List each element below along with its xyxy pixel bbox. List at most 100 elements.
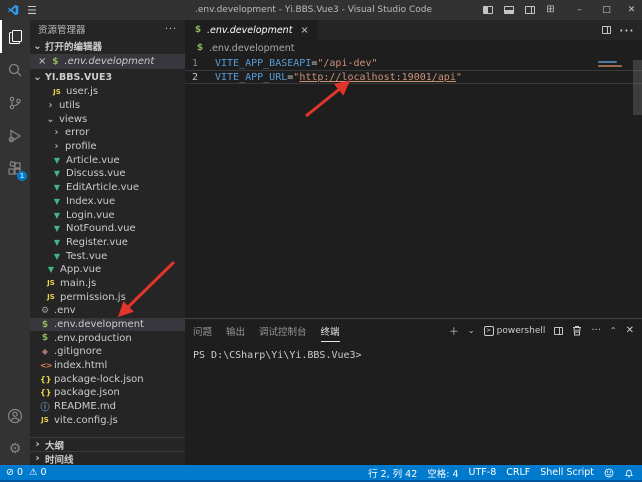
status-item[interactable]: 行 2, 列 42	[368, 466, 417, 480]
tree-item-.env[interactable]: ⚙.env	[30, 304, 185, 318]
tree-item-.gitignore[interactable]: ◆.gitignore	[30, 345, 185, 359]
code-line-1[interactable]: 1VITE_APP_BASEAPI="/api-dev"	[185, 56, 642, 70]
minimap[interactable]	[598, 61, 628, 69]
tree-item-App.vue[interactable]: ▼App.vue	[30, 263, 185, 277]
toggle-panel-icon[interactable]	[498, 0, 519, 20]
vscode-logo-icon	[7, 4, 19, 16]
extensions-badge: 1	[17, 171, 27, 181]
panel-tab-问题[interactable]: 问题	[193, 320, 212, 342]
status-item[interactable]: 空格: 4	[427, 466, 458, 480]
tree-item-package-lock.json[interactable]: {}package-lock.json	[30, 372, 185, 386]
maximize-button[interactable]: □	[596, 0, 617, 20]
status-item[interactable]: Shell Script	[540, 466, 594, 480]
tree-item-label: error	[65, 127, 89, 138]
tab-label: .env.development	[207, 25, 292, 36]
panel-more-actions-icon[interactable]: ···	[591, 325, 601, 336]
editor-group: $ .env.development × ··· $ .env.developm…	[185, 20, 642, 465]
tree-item-Index.vue[interactable]: ▼Index.vue	[30, 195, 185, 209]
code-editor[interactable]: 1VITE_APP_BASEAPI="/api-dev"2VITE_APP_UR…	[185, 56, 642, 318]
tree-item-README.md[interactable]: ⓘREADME.md	[30, 400, 185, 414]
chevron-right-icon: ›	[52, 141, 61, 152]
tree-item-permission.js[interactable]: JSpermission.js	[30, 290, 185, 304]
customize-layout-icon[interactable]: ⊞	[540, 0, 561, 20]
outline-section-header[interactable]: › 大纲	[30, 437, 185, 451]
account-icon[interactable]	[0, 399, 30, 432]
shell-file-icon: $	[40, 320, 50, 330]
panel-tab-输出[interactable]: 输出	[226, 320, 245, 342]
tree-item-views[interactable]: ⌄views	[30, 112, 185, 126]
close-button[interactable]: ✕	[621, 0, 642, 20]
search-icon[interactable]	[0, 53, 30, 86]
tree-item-label: Register.vue	[66, 237, 128, 248]
close-panel-icon[interactable]: ✕	[626, 325, 634, 336]
project-root-header[interactable]: ⌄ YI.BBS.VUE3	[30, 69, 185, 85]
url-link[interactable]: http://localhost:19001/api	[299, 72, 456, 83]
explorer-more-actions-icon[interactable]: ···	[165, 24, 177, 35]
tree-item-label: user.js	[66, 86, 98, 97]
tree-item-NotFound.vue[interactable]: ▼NotFound.vue	[30, 222, 185, 236]
tree-item-Register.vue[interactable]: ▼ Register.vue	[30, 236, 185, 250]
status-item[interactable]: UTF-8	[469, 466, 497, 480]
explorer-icon[interactable]	[0, 20, 30, 53]
source-control-icon[interactable]	[0, 86, 30, 119]
open-editor-item[interactable]: × $ .env.development	[30, 54, 185, 69]
tree-item-label: .gitignore	[54, 346, 102, 357]
scrollbar-slider[interactable]	[633, 60, 642, 115]
tree-item-index.html[interactable]: <>index.html	[30, 359, 185, 373]
tree-item-Test.vue[interactable]: ▼Test.vue	[30, 249, 185, 263]
tree-item-user.js[interactable]: JSuser.js	[30, 85, 185, 99]
tree-item-profile[interactable]: ›profile	[30, 140, 185, 154]
kill-terminal-icon[interactable]	[572, 325, 582, 336]
tree-item-Discuss.vue[interactable]: ▼Discuss.vue	[30, 167, 185, 181]
tree-item-utils[interactable]: ›utils	[30, 99, 185, 113]
chevron-down-icon: ⌄	[33, 41, 42, 52]
code-line-text: VITE_APP_URL="http://localhost:19001/api…	[207, 72, 462, 83]
tree-item-EditArticle.vue[interactable]: ▼EditArticle.vue	[30, 181, 185, 195]
tab-env-development[interactable]: $ .env.development ×	[185, 20, 317, 40]
panel-tab-终端[interactable]: 终端	[321, 320, 340, 342]
tree-item-.env.production[interactable]: $.env.production	[30, 331, 185, 345]
editor-more-actions-icon[interactable]: ···	[619, 21, 634, 40]
status-bar: ⊘0 ⚠0 行 2, 列 42 空格: 4 UTF-8 CRLF Shell Scrip…	[0, 465, 642, 482]
tree-item-Login.vue[interactable]: ▼Login.vue	[30, 208, 185, 222]
split-editor-icon[interactable]	[602, 26, 611, 34]
vue-file-icon: ▼	[52, 238, 62, 247]
new-terminal-icon[interactable]: ＋	[449, 323, 459, 338]
terminal-shell-item[interactable]: > powershell	[484, 326, 546, 336]
toggle-secondary-sidebar-icon[interactable]	[519, 0, 540, 20]
terminal-dropdown-icon[interactable]: ⌄	[468, 326, 475, 335]
tree-item-label: EditArticle.vue	[66, 182, 139, 193]
tree-item-package.json[interactable]: {}package.json	[30, 386, 185, 400]
minimize-button[interactable]: –	[569, 0, 590, 20]
breadcrumb[interactable]: $ .env.development	[185, 40, 642, 56]
close-icon[interactable]: ×	[38, 56, 46, 67]
terminal-output[interactable]: PS D:\CSharp\Yi\Yi.BBS.Vue3>	[185, 342, 642, 465]
vue-file-icon: ▼	[52, 156, 62, 165]
tab-close-icon[interactable]: ×	[300, 25, 308, 36]
problems-status[interactable]: ⊘0 ⚠0	[6, 467, 47, 478]
toggle-sidebar-icon[interactable]	[477, 0, 498, 20]
tree-item-.env.development[interactable]: $.env.development	[30, 318, 185, 332]
vue-file-icon: ▼	[52, 197, 62, 206]
vue-file-icon: ▼	[52, 169, 62, 178]
menu-icon[interactable]: ☰	[27, 4, 37, 17]
open-editors-header[interactable]: ⌄ 打开的编辑器	[30, 38, 185, 54]
panel-tab-调试控制台[interactable]: 调试控制台	[259, 320, 307, 342]
code-line-2[interactable]: 2VITE_APP_URL="http://localhost:19001/ap…	[185, 70, 642, 84]
js-file-icon: JS	[46, 293, 56, 301]
extensions-icon[interactable]: 1	[0, 152, 30, 185]
tree-item-main.js[interactable]: JSmain.js	[30, 277, 185, 291]
tree-item-label: main.js	[60, 278, 96, 289]
split-terminal-icon[interactable]	[554, 327, 563, 335]
timeline-section-header[interactable]: › 时间线	[30, 451, 185, 465]
tree-item-vite.config.js[interactable]: JSvite.config.js	[30, 414, 185, 428]
feedback-smiley-icon[interactable]	[604, 468, 614, 478]
tree-item-error[interactable]: ›error	[30, 126, 185, 140]
maximize-panel-icon[interactable]: ⌃	[610, 326, 617, 335]
status-item[interactable]: CRLF	[506, 466, 530, 480]
run-debug-icon[interactable]	[0, 119, 30, 152]
settings-gear-icon[interactable]: ⚙	[0, 432, 30, 465]
tree-item-Article.vue[interactable]: ▼Article.vue	[30, 153, 185, 167]
notifications-bell-icon[interactable]	[624, 468, 634, 478]
html-file-icon: <>	[40, 361, 50, 370]
